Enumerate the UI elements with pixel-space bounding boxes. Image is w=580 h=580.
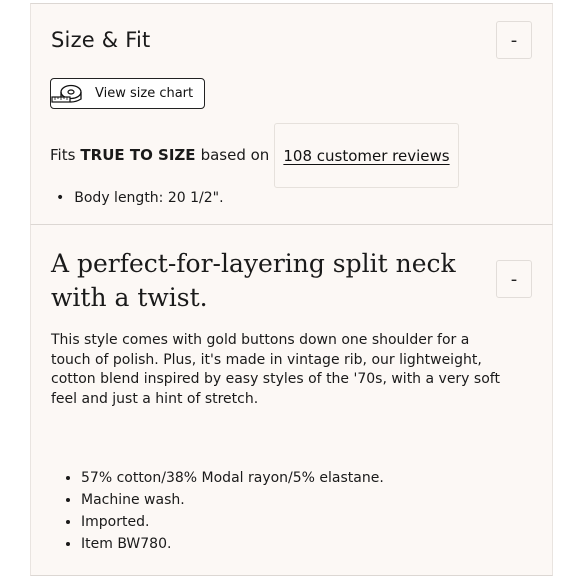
customer-reviews-link[interactable]: 108 customer reviews bbox=[283, 147, 449, 165]
fits-value: TRUE TO SIZE bbox=[80, 146, 196, 164]
fits-prefix: Fits bbox=[50, 146, 76, 164]
product-headline: A perfect-for-layering split neck with a… bbox=[51, 249, 456, 312]
list-item: 57% cotton/38% Modal rayon/5% elastane. bbox=[81, 467, 384, 489]
features-list: 57% cotton/38% Modal rayon/5% elastane. … bbox=[51, 467, 384, 555]
reviews-link-box[interactable]: 108 customer reviews bbox=[274, 123, 459, 188]
body-length-item: Body length: 20 1/2". bbox=[56, 190, 223, 206]
size-fit-collapse-button[interactable]: - bbox=[496, 21, 532, 59]
list-item: Item BW780. bbox=[81, 533, 384, 555]
product-description: This style comes with gold buttons down … bbox=[51, 332, 500, 407]
size-details-list: Body length: 20 1/2". bbox=[56, 190, 223, 206]
size-fit-section: Size & Fit - View size chart Fits TRUE T… bbox=[30, 3, 553, 225]
fits-suffix: based on bbox=[200, 146, 270, 164]
view-size-chart-button[interactable]: View size chart bbox=[50, 78, 205, 109]
view-size-chart-label: View size chart bbox=[95, 86, 194, 101]
list-item: Imported. bbox=[81, 511, 384, 533]
list-item: Machine wash. bbox=[81, 489, 384, 511]
measuring-tape-icon bbox=[51, 82, 85, 106]
product-details-section: A perfect-for-layering split neck with a… bbox=[30, 225, 553, 576]
details-collapse-button[interactable]: - bbox=[496, 260, 532, 298]
size-fit-title: Size & Fit bbox=[51, 28, 151, 52]
fit-summary: Fits TRUE TO SIZE based on bbox=[50, 146, 269, 164]
